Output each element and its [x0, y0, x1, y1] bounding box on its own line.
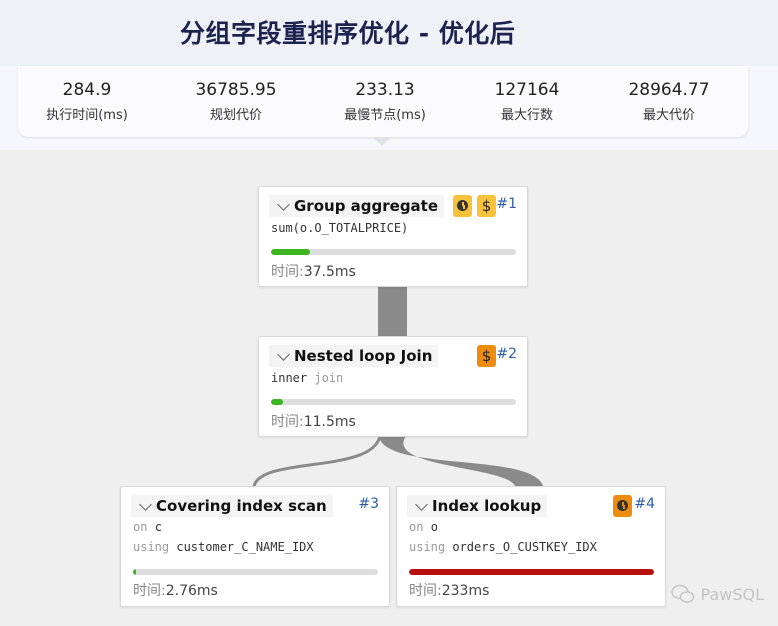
watermark: PawSQL [670, 584, 764, 604]
using-keyword: using [133, 540, 170, 554]
time-bar [133, 569, 378, 575]
node-index: #2 [496, 346, 517, 362]
node-time: 时间:11.5ms [271, 411, 356, 431]
time-label: 时间: [271, 414, 304, 430]
time-bar-fill [409, 569, 654, 575]
time-label: 时间: [133, 583, 166, 599]
link-1-2 [378, 286, 407, 336]
plan-node-group-aggregate[interactable]: Group aggregate $ #1 sum(o.O_TOTALPRICE)… [258, 186, 528, 287]
dollar-icon: $ [477, 345, 496, 367]
node-index: #1 [496, 196, 517, 212]
node-name: Index lookup [432, 497, 542, 515]
watermark-text: PawSQL [700, 584, 764, 604]
node-header[interactable]: Covering index scan [131, 495, 333, 517]
on-value: c [154, 520, 162, 534]
node-index: #3 [358, 496, 379, 512]
time-label: 时间: [409, 583, 442, 599]
on-value: o [430, 520, 438, 534]
using-keyword: using [409, 540, 446, 554]
node-header[interactable]: Index lookup [407, 495, 548, 517]
chevron-down-icon[interactable] [415, 497, 428, 511]
link-2-4 [379, 436, 543, 486]
node-time: 时间:2.76ms [133, 580, 218, 600]
node-on: on o [409, 520, 438, 534]
detail-rest: join [314, 371, 344, 385]
on-keyword: on [409, 520, 424, 534]
wechat-icon [670, 584, 694, 603]
node-time: 时间:233ms [409, 580, 489, 600]
node-name: Group aggregate [294, 197, 439, 215]
clock-icon [613, 495, 632, 517]
node-name: Covering index scan [156, 497, 327, 515]
node-header[interactable]: Nested loop Join [269, 345, 439, 367]
link-2-3 [252, 435, 382, 487]
time-bar-fill [271, 249, 311, 255]
using-value: orders_O_CUSTKEY_IDX [452, 540, 597, 554]
time-bar [271, 249, 516, 255]
time-bar [409, 569, 654, 575]
node-on: on c [133, 520, 162, 534]
chevron-down-icon[interactable] [277, 197, 290, 211]
plan-node-nested-loop-join[interactable]: Nested loop Join $ #2 inner join 时间:11.5… [258, 336, 528, 437]
time-bar-fill [133, 569, 136, 575]
dollar-icon: $ [477, 195, 496, 217]
using-value: customer_C_NAME_IDX [176, 540, 314, 554]
time-label: 时间: [271, 264, 304, 280]
time-value: 37.5ms [303, 264, 356, 280]
time-value: 11.5ms [303, 414, 356, 430]
node-using: using customer_C_NAME_IDX [133, 540, 314, 554]
time-value: 233ms [441, 583, 490, 599]
plan-node-index-lookup[interactable]: Index lookup #4 on o using orders_O_CUST… [396, 486, 666, 607]
node-index: #4 [634, 496, 655, 512]
node-time: 时间:37.5ms [271, 261, 356, 281]
node-using: using orders_O_CUSTKEY_IDX [409, 540, 597, 554]
chevron-down-icon[interactable] [277, 347, 290, 361]
node-name: Nested loop Join [294, 347, 433, 365]
time-bar [271, 399, 516, 405]
time-bar-fill [271, 399, 284, 405]
detail-keyword: inner [271, 371, 308, 385]
on-keyword: on [133, 520, 148, 534]
node-detail: inner join [271, 371, 343, 385]
node-detail: sum(o.O_TOTALPRICE) [271, 221, 409, 235]
node-header[interactable]: Group aggregate [269, 195, 445, 217]
chevron-down-icon[interactable] [139, 497, 152, 511]
time-value: 2.76ms [165, 583, 218, 599]
clock-icon [453, 195, 472, 217]
plan-node-covering-index-scan[interactable]: Covering index scan #3 on c using custom… [120, 486, 390, 607]
